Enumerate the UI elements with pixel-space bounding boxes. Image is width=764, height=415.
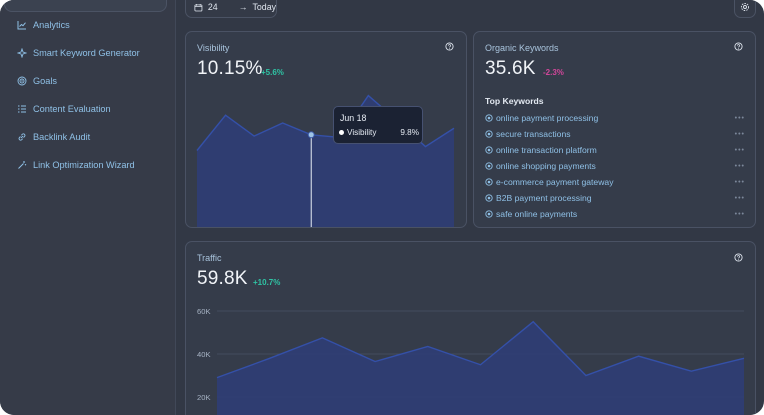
sparkle-icon [16, 48, 27, 59]
target-icon [16, 76, 27, 87]
y-tick-label: 60K [197, 307, 211, 316]
tooltip-row: Visibility 9.8% [339, 128, 419, 137]
more-options-icon[interactable]: ••• [735, 131, 745, 138]
sidebar-item-label: Smart Keyword Generator [33, 48, 140, 58]
target-icon [485, 146, 493, 154]
chart-tooltip: Jun 18 Visibility 9.8% [333, 106, 423, 144]
keyword-label: online shopping payments [496, 161, 596, 171]
calendar-icon [194, 3, 203, 12]
card-title: Organic Keywords [485, 43, 559, 53]
sidebar-item-label: Backlink Audit [33, 132, 91, 142]
organic-keywords-value: 35.6K [485, 58, 536, 79]
keyword-item[interactable]: online transaction platform ••• [485, 142, 745, 158]
top-keywords-heading: Top Keywords [485, 96, 544, 106]
sidebar-item-link-optimization-wizard[interactable]: Link Optimization Wizard [0, 151, 176, 179]
y-tick-label: 40K [197, 350, 211, 359]
keyword-item[interactable]: online payment processing ••• [485, 110, 745, 126]
series-dot [339, 130, 344, 135]
list-check-icon [16, 104, 27, 115]
link-icon [16, 132, 27, 143]
y-tick-label: 20K [197, 393, 211, 402]
sidebar: Analytics Smart Keyword Generator Goals … [0, 0, 176, 415]
organic-keywords-delta: -2.3% [543, 68, 564, 77]
tooltip-series: Visibility [347, 128, 377, 137]
hover-point [307, 131, 315, 139]
sidebar-item-goals[interactable]: Goals [0, 67, 176, 95]
settings-button[interactable] [734, 0, 756, 18]
more-options-icon[interactable]: ••• [735, 195, 745, 202]
visibility-card: Visibility 10.15% +5.6% Jun 18 Visibilit… [185, 31, 467, 228]
keyword-label: B2B payment processing [496, 193, 592, 203]
keyword-label: online transaction platform [496, 145, 597, 155]
sidebar-item-label: Analytics [33, 20, 70, 30]
target-icon [485, 130, 493, 138]
traffic-card: Traffic 59.8K +10.7% 60K 40K 20K [185, 241, 756, 415]
sidebar-nav: Analytics Smart Keyword Generator Goals … [0, 11, 176, 179]
date-from: Jun 24 [207, 0, 222, 12]
keyword-label: online payment processing [496, 113, 599, 123]
keyword-item[interactable]: secure transactions ••• [485, 126, 745, 142]
app-window: Analytics Smart Keyword Generator Goals … [0, 0, 764, 415]
keyword-item[interactable]: safe online payments ••• [485, 206, 745, 222]
target-icon [485, 114, 493, 122]
sidebar-item-backlink-audit[interactable]: Backlink Audit [0, 123, 176, 151]
keyword-label: secure transactions [496, 129, 571, 139]
sidebar-item-smart-keyword-generator[interactable]: Smart Keyword Generator [0, 39, 176, 67]
traffic-area [217, 321, 744, 415]
more-options-icon[interactable]: ••• [735, 163, 745, 170]
more-options-icon[interactable]: ••• [735, 147, 745, 154]
more-options-icon[interactable]: ••• [735, 115, 745, 122]
wand-icon [16, 160, 27, 171]
organic-keywords-card: Organic Keywords 35.6K -2.3% Top Keyword… [473, 31, 756, 228]
sidebar-item-label: Link Optimization Wizard [33, 160, 135, 170]
sidebar-item-content-evaluation[interactable]: Content Evaluation [0, 95, 176, 123]
sidebar-item-analytics[interactable]: Analytics [0, 11, 176, 39]
more-options-icon[interactable]: ••• [735, 179, 745, 186]
target-icon [485, 194, 493, 202]
visibility-chart[interactable] [186, 32, 467, 228]
more-options-icon[interactable]: ••• [735, 211, 745, 218]
tooltip-date: Jun 18 [340, 113, 367, 123]
date-to: Today [252, 2, 276, 12]
sidebar-item-label: Content Evaluation [33, 104, 111, 114]
target-icon [485, 210, 493, 218]
arrow-right-icon: → [238, 2, 248, 12]
target-icon [485, 178, 493, 186]
help-icon[interactable] [734, 42, 743, 51]
sidebar-item-label: Goals [33, 76, 58, 86]
gear-icon [740, 2, 750, 12]
keyword-item[interactable]: B2B payment processing ••• [485, 190, 745, 206]
keyword-item[interactable]: online shopping payments ••• [485, 158, 745, 174]
target-icon [485, 162, 493, 170]
main-content: Jun 24 → Today Visibility 10.15% +5.6% J… [176, 0, 764, 415]
chart-line-icon [16, 20, 27, 31]
top-keywords-list: online payment processing ••• secure trans… [485, 110, 745, 222]
traffic-chart[interactable]: 60K 40K 20K [186, 242, 756, 415]
keyword-label: safe online payments [496, 209, 578, 219]
date-range-picker[interactable]: Jun 24 → Today [185, 0, 277, 18]
keyword-label: e-commerce payment gateway [496, 177, 614, 187]
keyword-item[interactable]: e-commerce payment gateway ••• [485, 174, 745, 190]
tooltip-value: 9.8% [400, 128, 419, 137]
